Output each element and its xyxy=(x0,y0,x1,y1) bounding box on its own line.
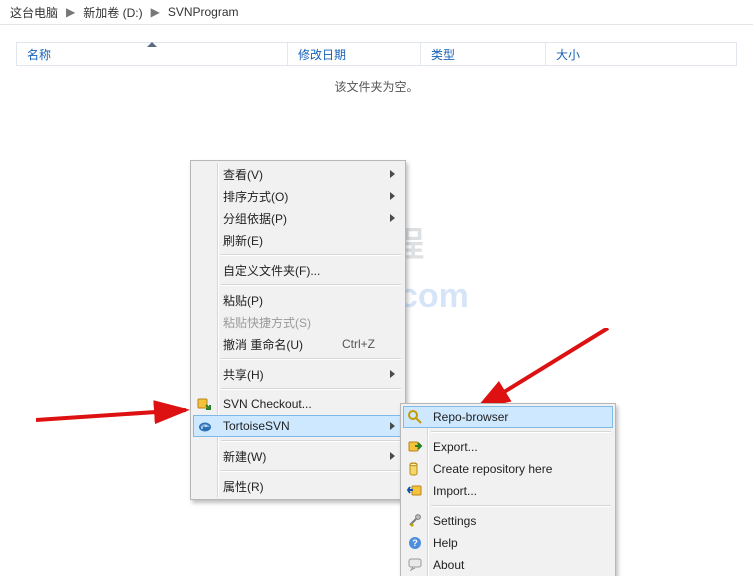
svn-checkout-icon xyxy=(197,396,213,412)
menu-item-properties[interactable]: 属性(R) xyxy=(193,475,403,497)
menu-item-refresh[interactable]: 刷新(E) xyxy=(193,229,403,251)
column-header-date[interactable]: 修改日期 xyxy=(288,43,421,65)
column-headers: 名称 修改日期 类型 大小 xyxy=(16,42,737,66)
empty-folder-message: 该文件夹为空。 xyxy=(0,78,753,95)
chevron-right-icon xyxy=(390,452,395,460)
column-header-label: 名称 xyxy=(27,46,51,63)
menu-label: 共享(H) xyxy=(223,366,264,383)
menu-label: 属性(R) xyxy=(223,478,264,495)
column-header-name[interactable]: 名称 xyxy=(17,43,288,65)
breadcrumb-item-drive[interactable]: 新加卷 (D:) xyxy=(77,4,148,21)
menu-label: Help xyxy=(433,536,458,550)
settings-icon xyxy=(407,513,423,529)
menu-item-group[interactable]: 分组依据(P) xyxy=(193,207,403,229)
menu-item-sort[interactable]: 排序方式(O) xyxy=(193,185,403,207)
menu-item-customize[interactable]: 自定义文件夹(F)... xyxy=(193,259,403,281)
column-header-type[interactable]: 类型 xyxy=(421,43,546,65)
chevron-right-icon xyxy=(390,422,395,430)
menu-label: 新建(W) xyxy=(223,448,266,465)
column-header-label: 类型 xyxy=(431,46,455,63)
context-menu: 查看(V) 排序方式(O) 分组依据(P) 刷新(E) 自定义文件夹(F)...… xyxy=(190,160,406,500)
menu-item-svn-checkout[interactable]: SVN Checkout... xyxy=(193,393,403,415)
column-header-label: 大小 xyxy=(556,46,580,63)
repo-browser-icon xyxy=(407,409,423,425)
chevron-right-icon xyxy=(390,370,395,378)
menu-label: 粘贴(P) xyxy=(223,292,263,309)
annotation-arrow-left xyxy=(36,370,196,430)
create-repo-icon xyxy=(407,461,423,477)
menu-label: 粘贴快捷方式(S) xyxy=(223,314,311,331)
submenu-item-settings[interactable]: Settings xyxy=(403,510,613,532)
column-header-label: 修改日期 xyxy=(298,46,346,63)
tortoisesvn-submenu: Repo-browser Export... Create repository… xyxy=(400,403,616,576)
menu-label: 排序方式(O) xyxy=(223,188,288,205)
menu-label: About xyxy=(433,558,464,572)
chevron-right-icon xyxy=(390,170,395,178)
menu-label: Import... xyxy=(433,484,477,498)
submenu-item-repo-browser[interactable]: Repo-browser xyxy=(403,406,613,428)
menu-label: Repo-browser xyxy=(433,410,508,424)
chevron-right-icon xyxy=(390,214,395,222)
menu-label: 分组依据(P) xyxy=(223,210,287,227)
menu-label: 刷新(E) xyxy=(223,232,263,249)
menu-item-new[interactable]: 新建(W) xyxy=(193,445,403,467)
help-icon: ? xyxy=(407,535,423,551)
menu-hotkey: Ctrl+Z xyxy=(342,337,375,351)
menu-item-view[interactable]: 查看(V) xyxy=(193,163,403,185)
breadcrumb-item-folder[interactable]: SVNProgram xyxy=(162,5,245,19)
column-header-size[interactable]: 大小 xyxy=(546,43,736,65)
menu-label: Settings xyxy=(433,514,476,528)
svg-text:?: ? xyxy=(412,538,418,548)
breadcrumb-item-pc[interactable]: 这台电脑 xyxy=(4,4,64,21)
menu-label: 撤消 重命名(U) xyxy=(223,336,303,353)
menu-item-paste-shortcut: 粘贴快捷方式(S) xyxy=(193,311,403,333)
submenu-item-export[interactable]: Export... xyxy=(403,436,613,458)
about-icon xyxy=(407,557,423,573)
menu-label: SVN Checkout... xyxy=(223,397,312,411)
submenu-item-about[interactable]: About xyxy=(403,554,613,576)
menu-label: 查看(V) xyxy=(223,166,263,183)
menu-item-share[interactable]: 共享(H) xyxy=(193,363,403,385)
submenu-item-create-repo[interactable]: Create repository here xyxy=(403,458,613,480)
chevron-right-icon: ▶ xyxy=(64,5,77,19)
menu-item-undo[interactable]: 撤消 重命名(U) Ctrl+Z xyxy=(193,333,403,355)
breadcrumb[interactable]: 这台电脑 ▶ 新加卷 (D:) ▶ SVNProgram xyxy=(0,0,753,25)
menu-label: TortoiseSVN xyxy=(223,419,290,433)
menu-item-paste[interactable]: 粘贴(P) xyxy=(193,289,403,311)
tortoisesvn-icon xyxy=(197,418,213,434)
menu-label: Create repository here xyxy=(433,462,552,476)
menu-item-tortoisesvn[interactable]: TortoiseSVN xyxy=(193,415,403,437)
submenu-item-help[interactable]: ? Help xyxy=(403,532,613,554)
submenu-item-import[interactable]: Import... xyxy=(403,480,613,502)
menu-label: Export... xyxy=(433,440,478,454)
sort-caret-icon xyxy=(147,42,157,47)
menu-label: 自定义文件夹(F)... xyxy=(223,262,320,279)
import-icon xyxy=(407,483,423,499)
chevron-right-icon xyxy=(390,192,395,200)
chevron-right-icon: ▶ xyxy=(149,5,162,19)
export-icon xyxy=(407,439,423,455)
